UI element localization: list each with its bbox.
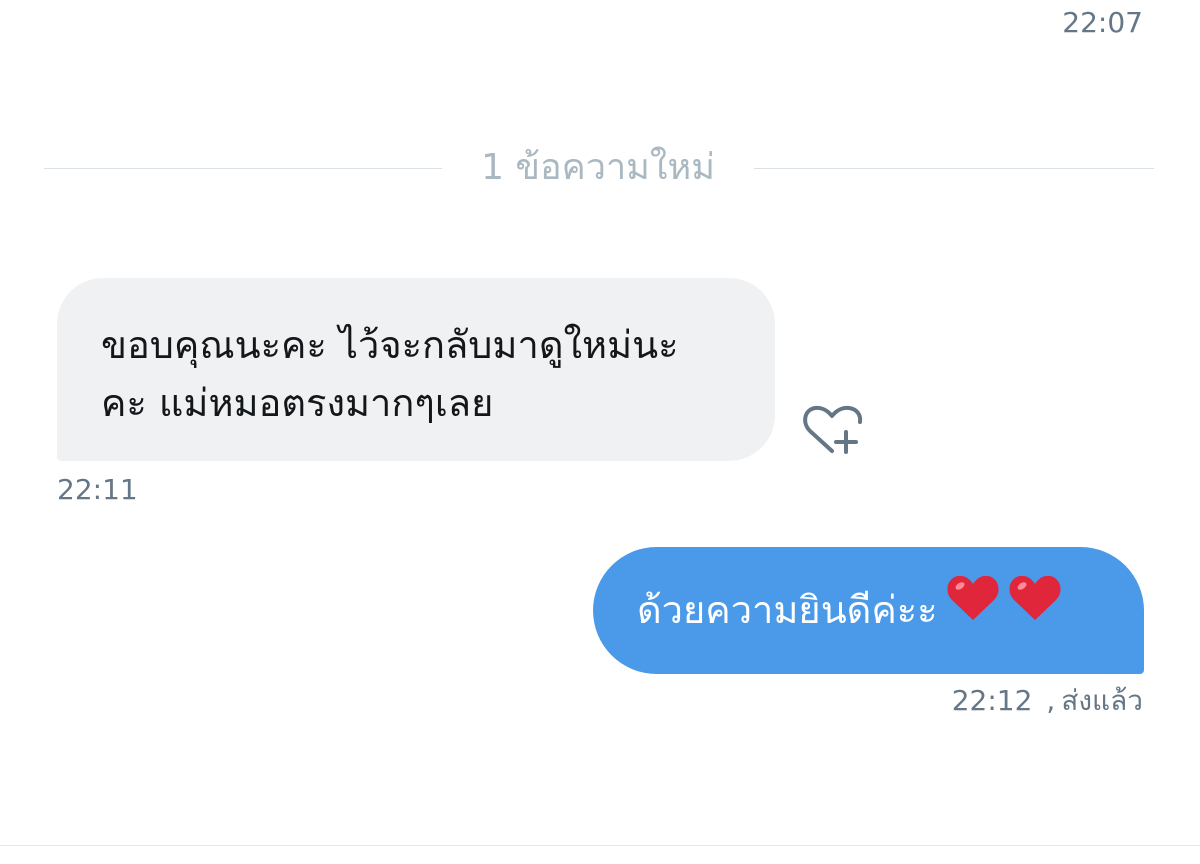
divider-line-right	[754, 168, 1154, 169]
new-messages-divider: 1 ข้อความใหม่	[44, 146, 1154, 190]
meta-separator: ,	[1046, 684, 1056, 717]
red-heart-emoji	[946, 546, 1000, 673]
red-heart-emoji	[1008, 546, 1062, 673]
outgoing-message-meta: 22:12, ส่งแล้ว	[952, 684, 1143, 718]
divider-line-left	[44, 168, 442, 169]
new-messages-label: 1 ข้อความใหม่	[481, 147, 715, 188]
incoming-message-timestamp: 22:11	[57, 473, 138, 506]
outgoing-message-text: ด้วยความยินดีค่ะะ	[637, 588, 938, 632]
incoming-message-line-2: คะ แม่หมอตรงมากๆเลย	[101, 381, 494, 425]
incoming-message-line-1: ขอบคุณนะคะ ไว้จะกลับมาดูใหม่นะ	[101, 323, 679, 367]
heart-plus-icon[interactable]	[802, 404, 864, 456]
bottom-divider	[0, 845, 1200, 846]
sent-status: ส่งแล้ว	[1061, 684, 1143, 717]
outgoing-message-bubble[interactable]: ด้วยความยินดีค่ะะ	[593, 547, 1144, 674]
incoming-message-bubble[interactable]: ขอบคุณนะคะ ไว้จะกลับมาดูใหม่นะ คะ แม่หมอ…	[57, 278, 775, 461]
outgoing-message-timestamp: 22:12	[951, 684, 1033, 717]
timestamp-top: 22:07	[1062, 6, 1143, 39]
